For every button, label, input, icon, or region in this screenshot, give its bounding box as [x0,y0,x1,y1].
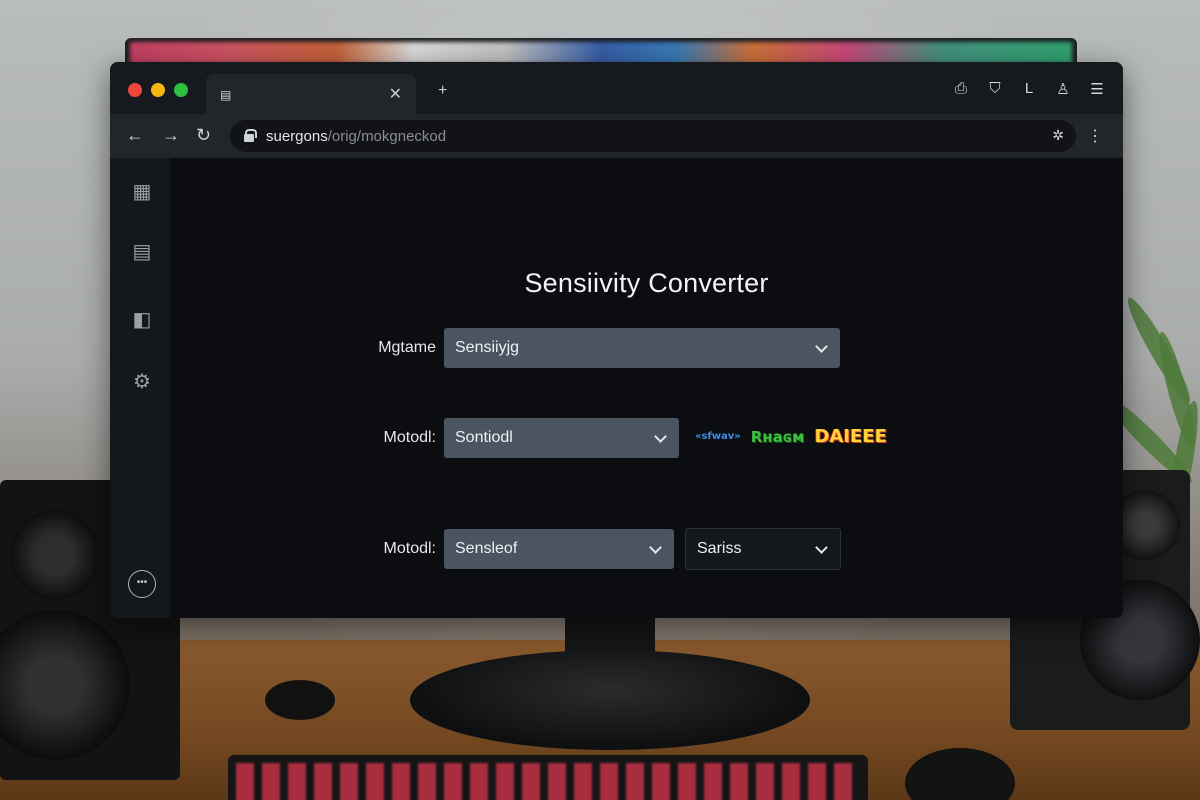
row2-label: Motodl: [383,429,436,446]
reload-icon[interactable]: ↻ [196,126,211,144]
target-method-select[interactable]: Sensleof [444,529,674,569]
game-logos: «sfwav» Rʜaɢм DAIEEE [695,426,887,447]
address-bar[interactable]: suergons/orig/mokgneckod ✲ [230,120,1076,152]
target-method-select-value: Sensleof [455,540,518,557]
row3-label: Motodl: [383,540,436,557]
row1-label: Mgtame [378,339,436,356]
title-bar: ▤ ✕ + ⎙ ⛉ L ♙ ☰ [110,62,1123,114]
chevron-down-icon [815,340,828,353]
more-options-icon[interactable]: ⋮ [1087,126,1103,146]
url-text: suergons/orig/mokgneckod [266,128,446,145]
logo-yellow-game[interactable]: DAIEEE [814,426,886,447]
lock-icon [244,129,257,142]
close-window-button[interactable] [128,83,142,97]
puzzle-icon[interactable]: ✲ [1052,127,1064,144]
series-select-value: Sariss [697,540,742,557]
menu-icon[interactable]: ☰ [1089,80,1105,98]
tab-favicon-icon: ▤ [220,88,232,102]
method-select-value: Sontiodl [455,429,513,446]
url-path: /orig/mokgneckod [327,128,447,145]
monitor-stand-base [410,650,810,750]
back-arrow-icon[interactable]: ← [126,126,144,144]
method-select[interactable]: Sontiodl [444,418,679,458]
extensions-icon[interactable]: ⛉ [987,80,1003,98]
tab-active[interactable]: ▤ ✕ [206,74,416,114]
tab-close-icon[interactable]: ✕ [389,84,402,104]
new-tab-button[interactable]: + [438,82,447,100]
title-bar-icons: ⎙ ⛉ L ♙ ☰ [953,80,1105,98]
logo-small-blue[interactable]: «sfwav» [695,431,741,442]
chevron-down-icon [815,541,828,554]
game-select-value: Sensiiyjg [455,339,520,356]
page-title: Sensiivity Converter [524,268,769,298]
settings-gear-icon[interactable]: ⚙ [130,370,154,394]
wallet-icon[interactable]: ◧ [130,308,154,332]
more-icon[interactable]: ••• [128,570,156,598]
keyboard [228,755,868,800]
maximize-window-button[interactable] [174,83,188,97]
mic-base [265,680,335,720]
main-content: Sensiivity Converter Mgtame Sensiiyjg Mo… [170,158,1123,618]
series-select[interactable]: Sariss [685,528,841,570]
profile-icon[interactable]: ♙ [1055,80,1071,98]
monitor-glow-strip [130,42,1072,64]
browser-toolbar: ← → ↻ suergons/orig/mokgneckod ✲ ⋮ [110,114,1123,158]
share-icon[interactable]: ⎙ [953,80,969,98]
sidebar: ▦ ▤ ◧ ⚙ ••• [110,158,170,618]
forward-arrow-icon[interactable]: → [162,126,180,144]
chevron-down-icon [654,430,667,443]
chevron-down-icon [649,541,662,554]
url-host: suergons [266,128,328,145]
minimize-window-button[interactable] [151,83,165,97]
document-icon[interactable]: ▤ [130,240,154,264]
browser-window: ▤ ✕ + ⎙ ⛉ L ♙ ☰ ← → ↻ suergons/orig/mokg… [110,62,1123,618]
apps-grid-icon[interactable]: ▦ [130,180,154,204]
game-select[interactable]: Sensiiyjg [444,328,840,368]
logo-green-game[interactable]: Rʜaɢм [751,428,805,446]
reading-list-icon[interactable]: L [1021,80,1037,98]
